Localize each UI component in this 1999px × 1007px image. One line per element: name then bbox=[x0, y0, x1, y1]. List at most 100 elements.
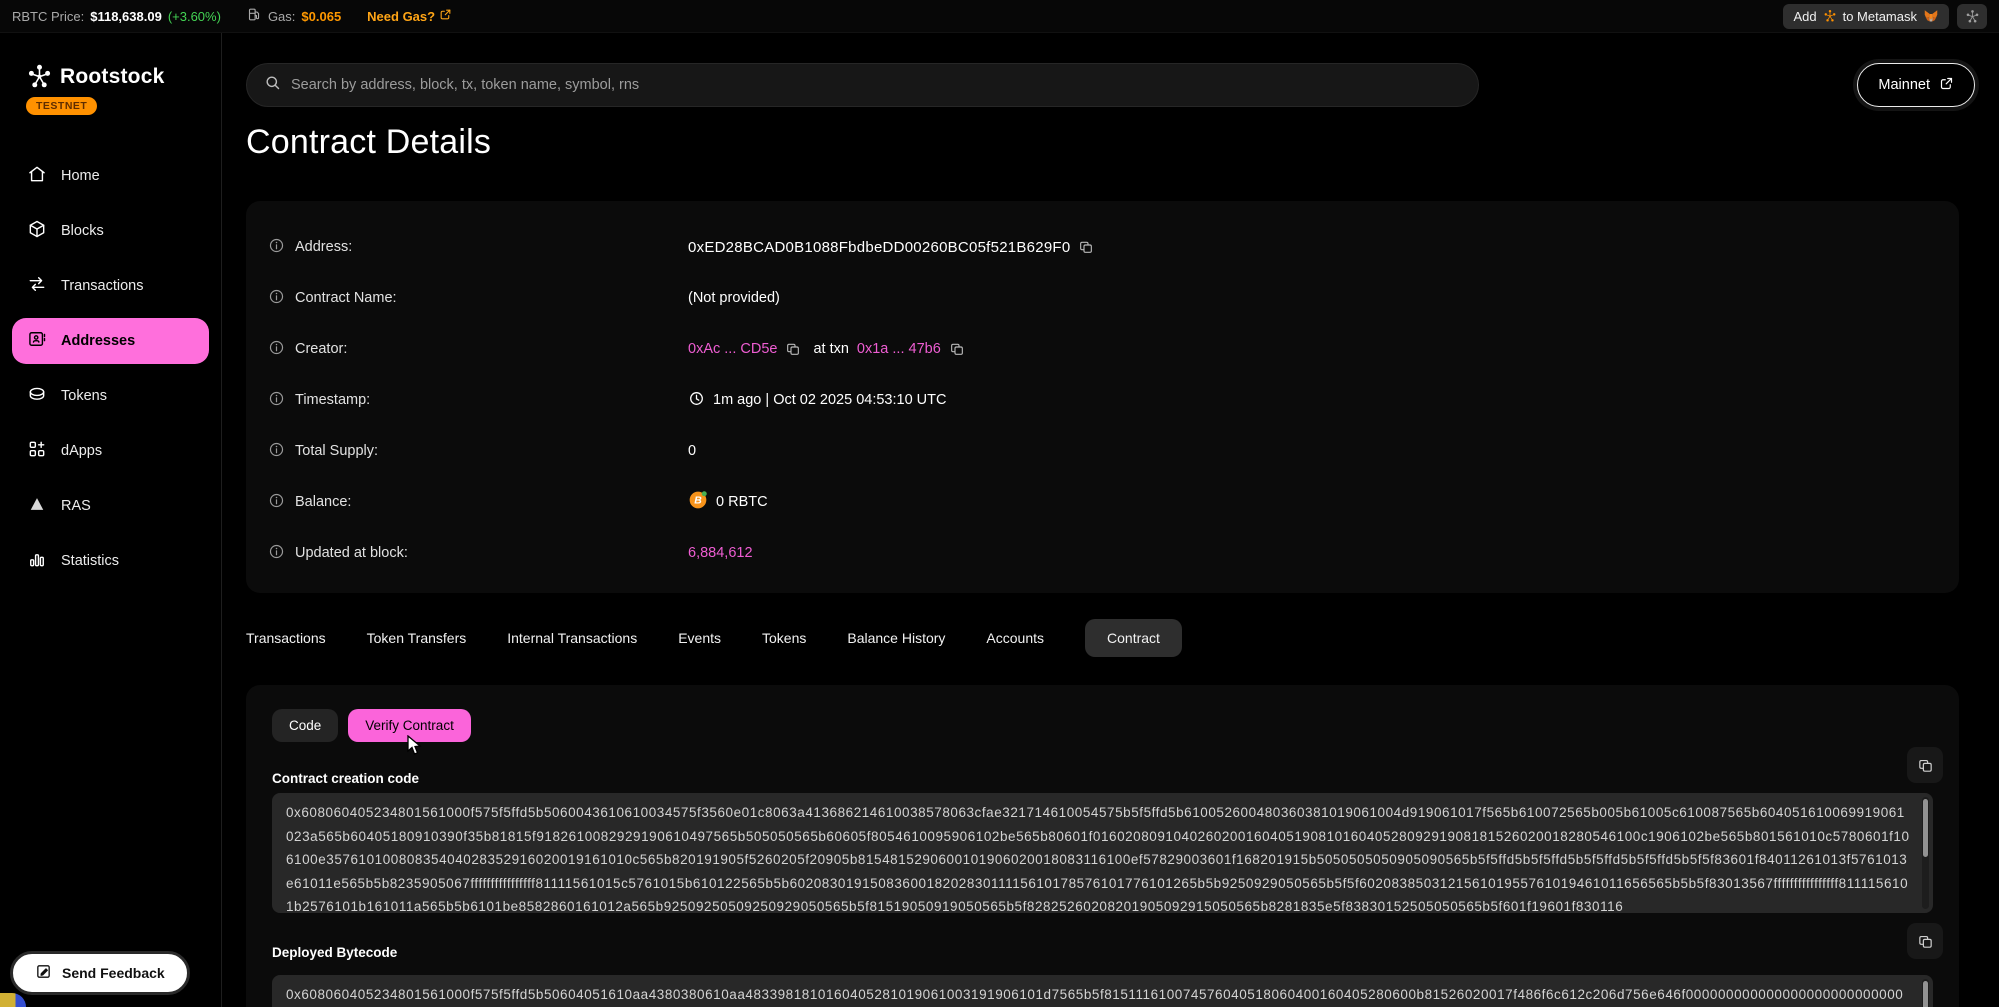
creation-code-box[interactable]: 0x608060405234801561000f575f5ffd5b506004… bbox=[272, 793, 1933, 913]
detail-row-timestamp: Timestamp: 1m ago | Oct 02 2025 04:53:10… bbox=[268, 380, 1937, 420]
sidebar-item-home[interactable]: Home bbox=[12, 153, 209, 199]
detail-row-updated-block: Updated at block: 6,884,612 bbox=[268, 533, 1937, 573]
tab-internal-transactions[interactable]: Internal Transactions bbox=[507, 619, 637, 657]
add-to-metamask-button[interactable]: Add to Metamask bbox=[1783, 4, 1949, 29]
sidebar-item-label: Blocks bbox=[61, 223, 104, 239]
tab-events[interactable]: Events bbox=[678, 619, 721, 657]
contract-name-label: Contract Name: bbox=[295, 290, 397, 306]
info-icon bbox=[268, 492, 285, 513]
main-content: Mainnet Contract Details Address: 0xED28… bbox=[222, 33, 1999, 1007]
external-link-icon bbox=[439, 8, 452, 24]
rootstock-settings-button[interactable] bbox=[1957, 4, 1987, 29]
updated-block-label: Updated at block: bbox=[295, 545, 408, 561]
tab-balance-history[interactable]: Balance History bbox=[847, 619, 945, 657]
copy-address-button[interactable] bbox=[1078, 239, 1094, 255]
tab-tokens[interactable]: Tokens bbox=[762, 619, 806, 657]
clock-icon bbox=[688, 390, 705, 411]
creator-at-txn-label: at txn bbox=[813, 341, 848, 357]
sidebar-item-label: Home bbox=[61, 168, 100, 184]
cube-icon bbox=[27, 219, 47, 243]
sidebar: Rootstock TESTNET Home Blocks Transactio… bbox=[0, 33, 222, 1007]
creation-code-scrollbar[interactable] bbox=[1922, 797, 1929, 909]
corner-decoration bbox=[0, 993, 26, 1007]
sidebar-item-label: RAS bbox=[61, 498, 91, 514]
creator-address-link[interactable]: 0xAc ... CD5e bbox=[688, 341, 777, 357]
sidebar-item-label: Tokens bbox=[61, 388, 107, 404]
need-gas-label: Need Gas? bbox=[367, 9, 435, 24]
sidebar-item-transactions[interactable]: Transactions bbox=[12, 263, 209, 309]
feedback-label: Send Feedback bbox=[62, 965, 165, 981]
page-title: Contract Details bbox=[246, 123, 491, 162]
sidebar-item-tokens[interactable]: Tokens bbox=[12, 373, 209, 419]
copy-txn-button[interactable] bbox=[949, 341, 965, 357]
sidebar-item-ras[interactable]: RAS bbox=[12, 483, 209, 529]
sidebar-nav: Home Blocks Transactions Addresses Token… bbox=[0, 153, 221, 584]
creation-code-label: Contract creation code bbox=[272, 771, 419, 786]
sidebar-item-blocks[interactable]: Blocks bbox=[12, 208, 209, 254]
tab-transactions[interactable]: Transactions bbox=[246, 619, 326, 657]
tab-token-transfers[interactable]: Token Transfers bbox=[367, 619, 467, 657]
testnet-badge: TESTNET bbox=[26, 97, 97, 115]
search-input[interactable] bbox=[291, 77, 1461, 93]
address-tabs: Transactions Token Transfers Internal Tr… bbox=[246, 619, 1182, 657]
deployed-bytecode-box[interactable]: 0x608060405234801561000f575f5ffd5b506040… bbox=[272, 975, 1933, 1007]
send-feedback-button[interactable]: Send Feedback bbox=[10, 951, 190, 995]
balance-label: Balance: bbox=[295, 494, 351, 510]
gas-pump-icon bbox=[247, 7, 262, 25]
detail-row-contract-name: Contract Name: (Not provided) bbox=[268, 278, 1937, 318]
brand[interactable]: Rootstock bbox=[0, 33, 221, 90]
verify-contract-button[interactable]: Verify Contract bbox=[348, 709, 471, 742]
home-icon bbox=[27, 164, 47, 188]
brand-name: Rootstock bbox=[60, 65, 164, 89]
creator-label: Creator: bbox=[295, 341, 347, 357]
network-switch-button[interactable]: Mainnet bbox=[1857, 63, 1975, 107]
external-link-icon bbox=[1939, 76, 1954, 95]
tab-contract[interactable]: Contract bbox=[1085, 619, 1182, 657]
copy-creation-code-button[interactable] bbox=[1907, 747, 1943, 783]
info-icon bbox=[268, 441, 285, 462]
search-icon bbox=[264, 74, 281, 96]
sidebar-item-dapps[interactable]: dApps bbox=[12, 428, 209, 474]
add-to-metamask-suffix: to Metamask bbox=[1843, 9, 1917, 24]
add-to-metamask-prefix: Add bbox=[1793, 9, 1816, 24]
rootstock-mini-icon bbox=[1823, 9, 1837, 23]
creation-code-text: 0x608060405234801561000f575f5ffd5b506004… bbox=[286, 805, 1910, 913]
sidebar-item-label: dApps bbox=[61, 443, 102, 459]
rbtc-price-value: $118,638.09 bbox=[90, 9, 162, 24]
rootstock-explorer-page: RBTC Price: $118,638.09 (+3.60%) Gas: $0… bbox=[0, 0, 1999, 1007]
sidebar-item-label: Transactions bbox=[61, 278, 143, 294]
triangle-icon bbox=[27, 494, 47, 518]
contract-panel: Code Verify Contract Contract creation c… bbox=[246, 685, 1959, 1007]
detail-row-address: Address: 0xED28BCAD0B1088FbdbeDD00260BC0… bbox=[268, 227, 1937, 267]
sidebar-item-statistics[interactable]: Statistics bbox=[12, 538, 209, 584]
timestamp-value: 1m ago | Oct 02 2025 04:53:10 UTC bbox=[713, 392, 947, 408]
deployed-bytecode-text: 0x608060405234801561000f575f5ffd5b506040… bbox=[286, 987, 1903, 1007]
updated-block-link[interactable]: 6,884,612 bbox=[688, 545, 753, 561]
metamask-fox-icon bbox=[1923, 9, 1939, 24]
copy-deployed-bytecode-button[interactable] bbox=[1907, 923, 1943, 959]
contract-panel-buttons: Code Verify Contract bbox=[272, 709, 471, 742]
sidebar-item-addresses[interactable]: Addresses bbox=[12, 318, 209, 364]
copy-creator-button[interactable] bbox=[785, 341, 801, 357]
svg-text:B: B bbox=[694, 496, 702, 507]
total-supply-label: Total Supply: bbox=[295, 443, 378, 459]
info-icon bbox=[268, 237, 285, 258]
balance-value: 0 RBTC bbox=[716, 494, 768, 510]
search-bar[interactable] bbox=[246, 63, 1479, 107]
rbtc-price: RBTC Price: $118,638.09 (+3.60%) bbox=[12, 9, 221, 24]
arrows-swap-icon bbox=[27, 274, 47, 298]
need-gas-link[interactable]: Need Gas? bbox=[367, 8, 452, 24]
topbar-right: Add to Metamask bbox=[1783, 4, 1987, 29]
creator-txn-link[interactable]: 0x1a ... 47b6 bbox=[857, 341, 941, 357]
rbtc-price-change: (+3.60%) bbox=[168, 9, 221, 24]
tab-accounts[interactable]: Accounts bbox=[986, 619, 1044, 657]
grid-plus-icon bbox=[27, 439, 47, 463]
sidebar-item-label: Statistics bbox=[61, 553, 119, 569]
address-label: Address: bbox=[295, 239, 352, 255]
contract-name-value: (Not provided) bbox=[688, 290, 780, 306]
bar-chart-icon bbox=[27, 549, 47, 573]
code-button[interactable]: Code bbox=[272, 709, 338, 742]
deployed-bytecode-scrollbar[interactable] bbox=[1922, 979, 1929, 1007]
info-icon bbox=[268, 339, 285, 360]
info-icon bbox=[268, 390, 285, 411]
